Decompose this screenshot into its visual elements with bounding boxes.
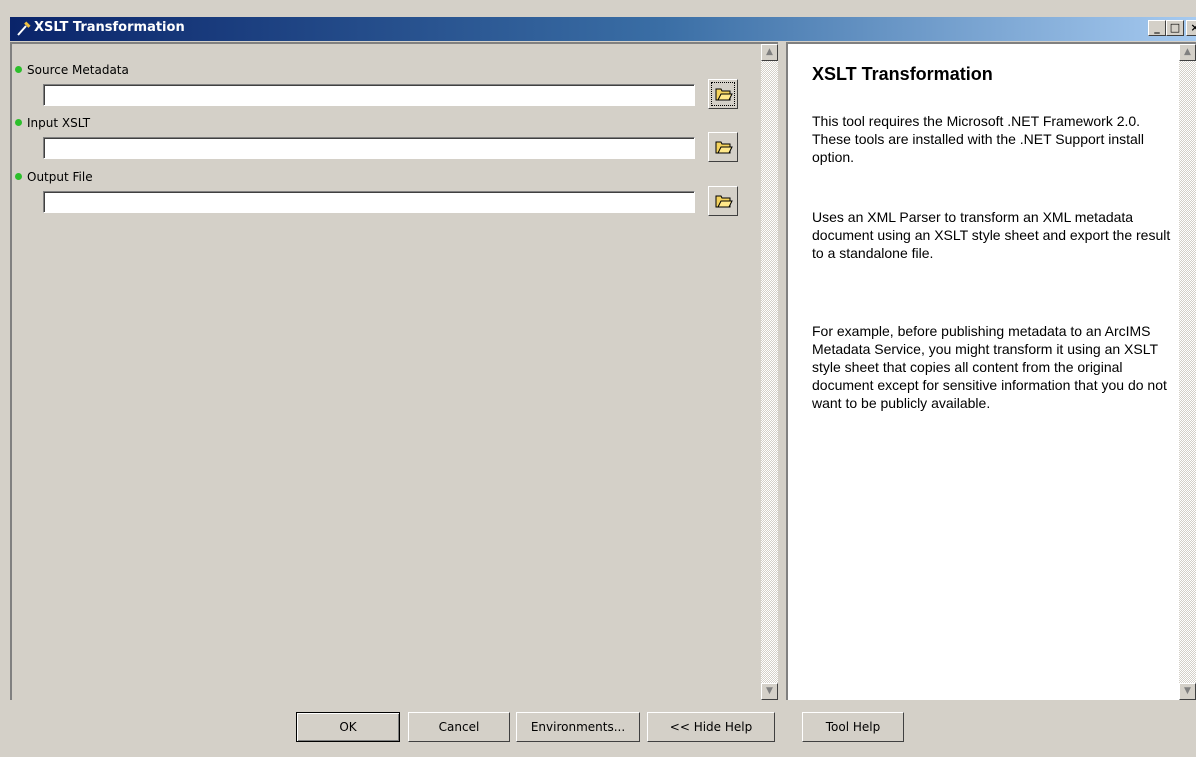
param-source-metadata: Source Metadata xyxy=(15,63,129,77)
green-dot-icon xyxy=(15,66,22,73)
hammer-icon xyxy=(17,21,31,36)
green-dot-icon xyxy=(15,119,22,126)
scroll-down-arrow-icon[interactable]: ▼ xyxy=(1179,683,1196,700)
environments-button[interactable]: Environments... xyxy=(516,712,640,742)
help-title: XSLT Transformation xyxy=(812,64,993,84)
green-dot-icon xyxy=(15,173,22,180)
close-button[interactable]: × xyxy=(1186,20,1196,36)
input-xslt-browse-button[interactable] xyxy=(708,132,738,162)
help-paragraph-2: Uses an XML Parser to transform an XML m… xyxy=(812,209,1171,261)
open-folder-icon xyxy=(715,88,733,101)
source-metadata-label: Source Metadata xyxy=(27,63,129,77)
ok-button[interactable]: OK xyxy=(296,712,400,742)
open-folder-icon xyxy=(715,195,733,208)
source-metadata-input[interactable] xyxy=(43,84,695,106)
tool-help-button[interactable]: Tool Help xyxy=(802,712,904,742)
output-file-label: Output File xyxy=(27,170,93,184)
xslt-transformation-dialog: XSLT Transformation _ □ × Source Metadat… xyxy=(0,0,1196,757)
cancel-button[interactable]: Cancel xyxy=(408,712,510,742)
maximize-button[interactable]: □ xyxy=(1166,20,1184,36)
output-file-input[interactable] xyxy=(43,191,695,213)
title-bar[interactable]: XSLT Transformation _ □ × xyxy=(10,17,1196,41)
help-paragraph-1: This tool requires the Microsoft .NET Fr… xyxy=(812,113,1145,165)
scroll-up-arrow-icon[interactable]: ▲ xyxy=(1179,44,1196,61)
parameters-scrollbar[interactable]: ▲ ▼ xyxy=(761,44,778,700)
help-paragraph-3: For example, before publishing metadata … xyxy=(812,323,1167,411)
help-scrollbar[interactable]: ▲ ▼ xyxy=(1179,44,1196,700)
minimize-button[interactable]: _ xyxy=(1148,20,1166,36)
open-folder-icon xyxy=(715,141,733,154)
scroll-up-arrow-icon[interactable]: ▲ xyxy=(761,44,778,61)
help-pane: XSLT Transformation This tool requires t… xyxy=(786,42,1196,700)
output-file-browse-button[interactable] xyxy=(708,186,738,216)
source-metadata-browse-button[interactable] xyxy=(708,79,738,109)
window-title: XSLT Transformation xyxy=(34,20,185,35)
param-input-xslt: Input XSLT xyxy=(15,116,90,130)
param-output-file: Output File xyxy=(15,170,93,184)
hide-help-button[interactable]: << Hide Help xyxy=(647,712,775,742)
input-xslt-input[interactable] xyxy=(43,137,695,159)
scroll-down-arrow-icon[interactable]: ▼ xyxy=(761,683,778,700)
input-xslt-label: Input XSLT xyxy=(27,116,91,130)
